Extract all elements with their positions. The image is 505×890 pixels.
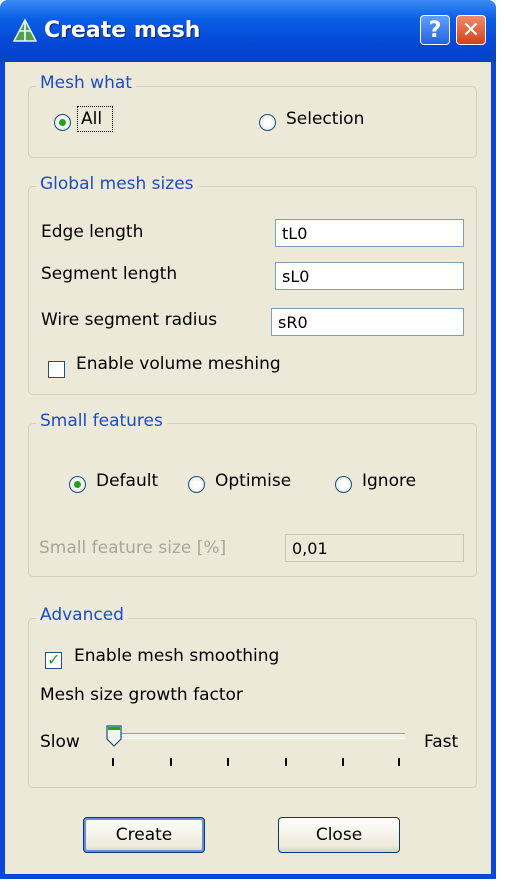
small-features-legend: Small features (36, 411, 167, 431)
mesh-app-icon (12, 18, 38, 42)
optimise-label[interactable]: Optimise (215, 471, 291, 491)
ignore-label[interactable]: Ignore (362, 471, 416, 491)
volume-meshing-label[interactable]: Enable volume meshing (76, 354, 281, 374)
checkmark-icon: ✓ (47, 650, 61, 669)
slider-tick (112, 758, 114, 766)
slider-tick (285, 758, 287, 766)
dialog-body: Mesh what All Selection Global mesh size… (5, 62, 491, 874)
radio-selected-dot (59, 119, 66, 126)
fast-label: Fast (424, 732, 459, 752)
close-window-button[interactable]: ✕ (456, 15, 486, 45)
default-label[interactable]: Default (96, 471, 158, 491)
help-button[interactable]: ? (420, 15, 450, 45)
mesh-what-legend: Mesh what (36, 73, 136, 93)
mesh-selection-label[interactable]: Selection (286, 109, 364, 129)
slider-tick (227, 758, 229, 766)
small-feature-size-label: Small feature size [%] (39, 538, 227, 558)
advanced-legend: Advanced (36, 605, 128, 625)
default-radio[interactable] (69, 476, 86, 493)
mesh-all-radio[interactable] (54, 114, 71, 131)
volume-meshing-checkbox[interactable] (48, 361, 65, 378)
edge-length-label: Edge length (41, 222, 144, 242)
small-feature-size-input (285, 534, 464, 562)
slow-label: Slow (40, 732, 80, 752)
radio-selected-dot (74, 481, 81, 488)
wire-segment-radius-input[interactable] (271, 308, 464, 336)
mesh-smoothing-label[interactable]: Enable mesh smoothing (74, 646, 279, 666)
window-title: Create mesh (44, 18, 201, 43)
slider-tick (342, 758, 344, 766)
create-button[interactable]: Create (83, 817, 205, 853)
segment-length-input[interactable] (275, 262, 464, 290)
mesh-selection-radio[interactable] (259, 114, 276, 131)
close-button[interactable]: Close (278, 817, 400, 853)
create-mesh-window: Create mesh ? ✕ Mesh what All Selection … (0, 0, 496, 879)
edge-length-input[interactable] (275, 219, 464, 247)
growth-factor-label: Mesh size growth factor (40, 685, 243, 705)
slider-tick (398, 758, 400, 766)
segment-length-label: Segment length (41, 264, 178, 284)
mesh-all-label[interactable]: All (81, 109, 102, 129)
title-bar[interactable]: Create mesh ? ✕ (0, 0, 496, 62)
slider-tick (170, 758, 172, 766)
global-mesh-sizes-legend: Global mesh sizes (36, 174, 198, 194)
growth-slider-track[interactable] (108, 733, 405, 739)
ignore-radio[interactable] (335, 476, 352, 493)
growth-slider-thumb[interactable] (106, 725, 122, 747)
mesh-smoothing-checkbox[interactable]: ✓ (45, 650, 62, 669)
wire-segment-radius-label: Wire segment radius (41, 310, 218, 330)
optimise-radio[interactable] (188, 476, 205, 493)
